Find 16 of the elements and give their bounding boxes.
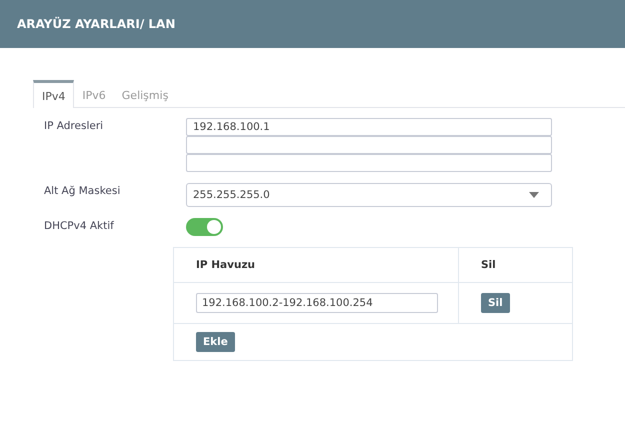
field-label: DHCPv4 Aktif (44, 219, 115, 234)
column-header: IP Havuzu (174, 248, 458, 282)
ip-address-field[interactable] (186, 154, 552, 172)
column-header: Sil (458, 248, 572, 282)
tab[interactable]: IPv4 (33, 80, 74, 108)
delete-button[interactable]: Sil (481, 293, 510, 313)
ip-pool-field[interactable]: 192.168.100.2-192.168.100.254 (196, 293, 438, 313)
caret-icon (529, 192, 539, 198)
ip-address-field[interactable] (186, 136, 552, 154)
add-button[interactable]: Ekle (196, 332, 235, 352)
page-title: ARAYÜZ AYARLARI/ LAN (17, 17, 176, 31)
subnet-mask-dropdown[interactable]: 255.255.255.0 (186, 183, 552, 207)
dhcp-toggle[interactable] (186, 218, 223, 236)
ip-address-field[interactable]: 192.168.100.1 (186, 118, 552, 136)
field-label: IP Adresleri (44, 119, 104, 134)
field-label: Alt Ağ Maskesi (44, 184, 122, 199)
